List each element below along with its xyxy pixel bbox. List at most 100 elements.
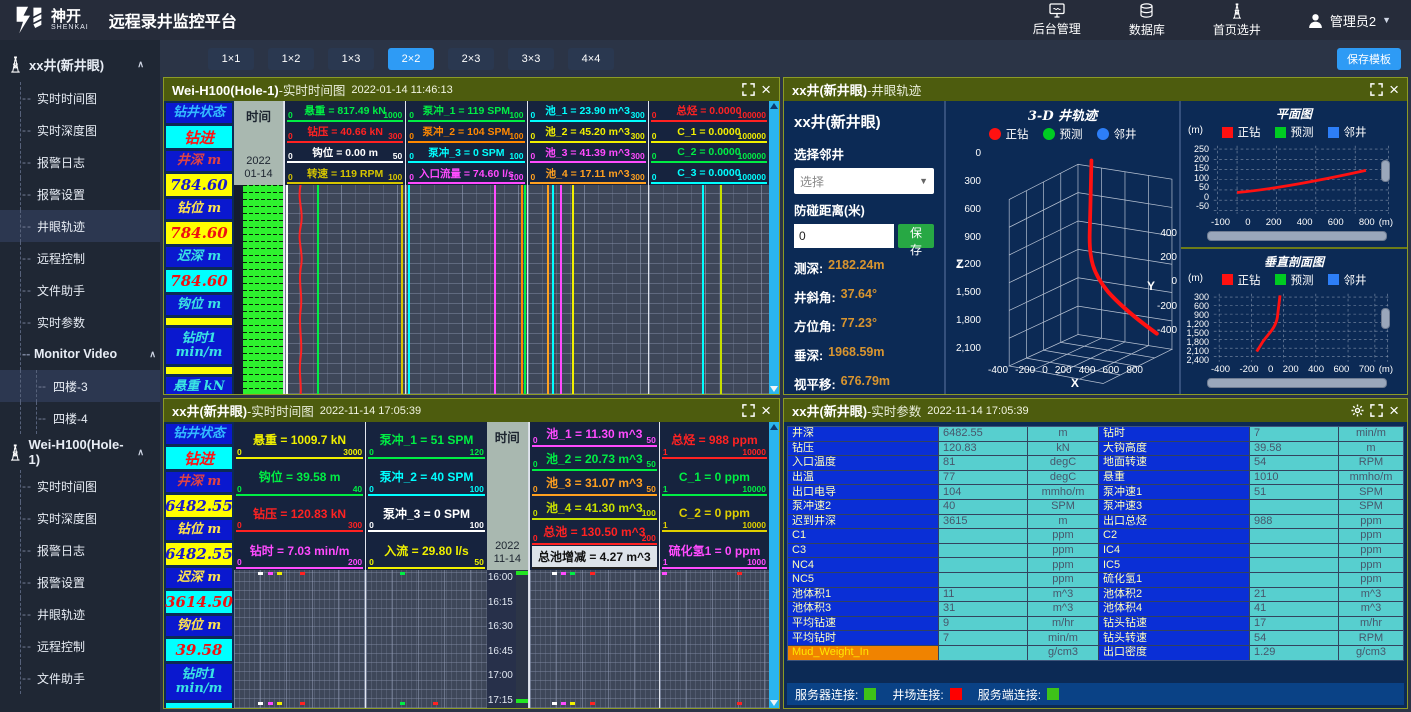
- sidebar-item-远程控制[interactable]: 远程控制: [0, 242, 160, 274]
- sidebar-item-报警日志[interactable]: 报警日志: [0, 534, 160, 566]
- neighbor-select[interactable]: 选择 ▼: [794, 168, 934, 194]
- curve-max-scale: 300: [631, 110, 645, 120]
- time-tick: 16:00: [488, 572, 516, 583]
- sidebar-item-label: 实时深度图: [37, 510, 97, 527]
- sidebar-item-井眼轨迹[interactable]: 井眼轨迹: [0, 598, 160, 630]
- menu-database[interactable]: 数据库: [1129, 3, 1165, 38]
- param-value: 3614.50: [166, 591, 232, 613]
- layout-button-1×1[interactable]: 1×1: [208, 48, 254, 70]
- param-unit: mmho/m: [1028, 485, 1098, 499]
- sidebar-item-实时时间图[interactable]: 实时时间图: [0, 470, 160, 502]
- layout-button-2×3[interactable]: 2×3: [448, 48, 494, 70]
- curve-header: 1硫化氢1 = 0 ppm1000: [662, 533, 767, 569]
- expand-icon[interactable]: [742, 83, 755, 96]
- vertical-scrollbar[interactable]: [769, 422, 779, 708]
- sidebar-item-文件助手[interactable]: 文件助手: [0, 274, 160, 306]
- layout-button-4×4[interactable]: 4×4: [568, 48, 614, 70]
- layout-button-3×3[interactable]: 3×3: [508, 48, 554, 70]
- curve-label: 泵冲_3 = 0 SPM: [428, 145, 504, 160]
- sidebar-item-远程控制[interactable]: 远程控制: [0, 630, 160, 662]
- time-tick: 17:00: [488, 670, 516, 681]
- param-name: 出温: [788, 471, 938, 485]
- menu-home-well-select[interactable]: 首页选井: [1213, 3, 1261, 38]
- menu-backstage-admin[interactable]: 后台管理: [1033, 3, 1081, 37]
- vertical-scrollbar[interactable]: [769, 101, 779, 394]
- sidebar-item-Monitor Video[interactable]: Monitor Video∧: [0, 338, 160, 370]
- param-value: 1.29: [1250, 646, 1338, 660]
- scroll-down-icon[interactable]: [770, 386, 778, 392]
- param-name: 钻时: [1099, 427, 1249, 441]
- layout-button-2×2[interactable]: 2×2: [388, 48, 434, 70]
- sidebar-item-文件助手[interactable]: 文件助手: [0, 662, 160, 694]
- curve-max-scale: 300: [631, 131, 645, 141]
- trajectory-3d-chart: 3-D 井轨迹 正钻预测邻井 Z 03006009001,2001,5001,8…: [946, 101, 1181, 394]
- expand-icon[interactable]: [742, 404, 755, 417]
- scroll-up-icon[interactable]: [770, 103, 778, 109]
- axis-tick: 900: [964, 232, 981, 243]
- sidebar-item-四楼-3[interactable]: 四楼-3: [0, 370, 160, 402]
- chart-title: 3-D 井轨迹: [948, 105, 1177, 124]
- param-name: 钻头转速: [1099, 631, 1249, 645]
- sidebar-item-报警设置[interactable]: 报警设置: [0, 178, 160, 210]
- param-unit: ppm: [1028, 529, 1098, 543]
- sidebar-item-报警设置[interactable]: 报警设置: [0, 566, 160, 598]
- param-unit: m^3: [1028, 588, 1098, 602]
- sidebar-item-xx井(新井眼)[interactable]: xx井(新井眼)∧: [0, 46, 160, 82]
- table-row: C1ppmC2ppm: [788, 529, 1403, 543]
- sidebar-item-实时参数[interactable]: 实时参数: [0, 306, 160, 338]
- horizontal-scrollbar[interactable]: [1207, 378, 1387, 388]
- layout-button-1×3[interactable]: 1×3: [328, 48, 374, 70]
- connection-status-bar: 服务器连接:井场连接:服务端连接:: [787, 683, 1404, 705]
- table-row: 井深6482.55m钻时7min/m: [788, 427, 1403, 441]
- distance-input[interactable]: [794, 224, 894, 248]
- curve-min-scale: 0: [531, 151, 536, 161]
- sidebar-item-报警日志[interactable]: 报警日志: [0, 146, 160, 178]
- close-icon[interactable]: ×: [761, 81, 771, 98]
- legend-item: 预测: [1043, 126, 1083, 142]
- user-menu[interactable]: 管理员2 ▼: [1307, 11, 1391, 30]
- sidebar-item-井眼轨迹[interactable]: 井眼轨迹: [0, 210, 160, 242]
- curve-header: 0池_2 = 20.73 m^350: [532, 448, 657, 472]
- close-icon[interactable]: ×: [1389, 402, 1399, 419]
- vertical-scrollbar[interactable]: [1381, 308, 1390, 330]
- layout-button-1×2[interactable]: 1×2: [268, 48, 314, 70]
- vertical-scrollbar[interactable]: [1381, 160, 1390, 182]
- time-column: 时间 202211-14 16:0016:1516:3016:4517:0017…: [487, 422, 529, 708]
- legend-swatch: [1275, 274, 1286, 285]
- param-value: [1250, 500, 1338, 514]
- axis-tick: 600: [1333, 364, 1349, 375]
- save-template-button[interactable]: 保存模板: [1337, 48, 1401, 70]
- expand-icon[interactable]: [1370, 404, 1383, 417]
- curve-header: 0池_4 = 17.11 m^3300: [530, 164, 646, 184]
- sidebar-item-label: Monitor Video: [34, 347, 117, 361]
- horizontal-scrollbar[interactable]: [1207, 231, 1387, 241]
- axis-tick: 250: [1194, 145, 1209, 154]
- sidebar-item-Wei-H100(Hole-1)[interactable]: Wei-H100(Hole-1)∧: [0, 434, 160, 470]
- legend-swatch: [1222, 127, 1233, 138]
- curve-max-scale: 200: [348, 557, 362, 567]
- y-axis-ticks: 4002000-200-400: [1157, 228, 1177, 336]
- close-icon[interactable]: ×: [761, 402, 771, 419]
- scroll-down-icon[interactable]: [770, 700, 778, 706]
- time-tick: 16:15: [488, 597, 516, 608]
- sidebar-item-label: 四楼-3: [53, 378, 88, 395]
- save-distance-button[interactable]: 保存: [898, 224, 934, 248]
- table-row: NC5ppm硫化氢1ppm: [788, 573, 1403, 587]
- params-body: 井深6482.55m钻时7min/m钻压120.83kN大钩高度39.58m入口…: [784, 422, 1407, 708]
- sidebar-item-实时深度图[interactable]: 实时深度图: [0, 114, 160, 146]
- chevron-down-icon: ▼: [1382, 15, 1391, 25]
- panel-header: xx井(新井眼)-实时参数 2022-11-14 17:05:39 ×: [784, 399, 1407, 422]
- scroll-up-icon[interactable]: [770, 424, 778, 430]
- sidebar-item-实时深度图[interactable]: 实时深度图: [0, 502, 160, 534]
- expand-icon[interactable]: [1370, 83, 1383, 96]
- close-icon[interactable]: ×: [1389, 81, 1399, 98]
- curve-max-scale: 50: [646, 484, 655, 494]
- sidebar-item-四楼-4[interactable]: 四楼-4: [0, 402, 160, 434]
- chart-title: 平面图: [1185, 105, 1403, 122]
- sidebar-item-实时时间图[interactable]: 实时时间图: [0, 82, 160, 114]
- settings-gear-icon[interactable]: [1351, 404, 1364, 417]
- param-value: [939, 573, 1027, 587]
- param-name: C1: [788, 529, 938, 543]
- panel-timestamp: 2022-11-14 17:05:39: [927, 405, 1028, 417]
- param-unit: degC: [1028, 456, 1098, 470]
